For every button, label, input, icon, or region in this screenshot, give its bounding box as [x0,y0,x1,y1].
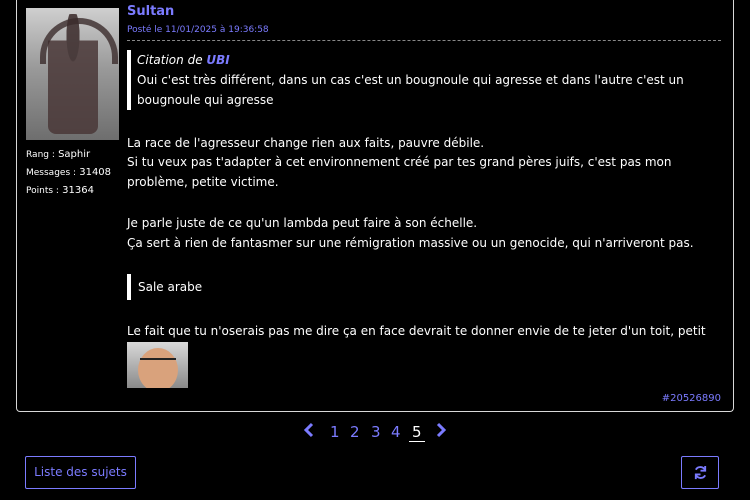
refresh-icon [694,465,707,480]
post-paragraph: Je parle juste de ce qu'un lambda peut f… [127,216,478,230]
page-link[interactable]: 4 [391,423,401,441]
quote-text: Oui c'est très différent, dans un cas c'… [137,73,684,107]
rank-label: Rang : [26,150,55,160]
author-avatar[interactable] [26,8,119,140]
quote-citation: Citation de UBI [137,50,721,70]
pagination: 1 2 3 4 5 [0,422,750,445]
page-link[interactable]: 1 [330,423,340,441]
messages-label: Messages : [26,168,77,178]
page-current: 5 [409,423,425,442]
page-link[interactable]: 2 [350,423,360,441]
quote-block-short: Sale arabe [127,274,202,300]
author-stats: Rang : Saphir Messages : 31408 Points : … [26,146,111,200]
post-paragraph: Ça sert à rien de fantasmer sur une rémi… [127,236,694,250]
rank-value: Saphir [58,149,91,160]
image-face [138,348,178,388]
quote-cite-author[interactable]: UBI [206,53,229,67]
points-value: 31364 [62,185,94,196]
post-paragraph: Si tu veux pas t'adapter à cet environne… [127,155,672,189]
image-glasses [140,358,176,366]
refresh-button[interactable] [681,456,719,489]
chevron-right-icon[interactable] [435,422,447,443]
page-link[interactable]: 3 [371,423,381,441]
topic-list-button[interactable]: Liste des sujets [25,456,136,489]
post-paragraph: Le fait que tu n'oserais pas me dire ça … [127,324,706,358]
quote-block: Citation de UBI Oui c'est très différent… [127,50,721,110]
points-label: Points : [26,186,59,196]
message-id-link[interactable]: #20526890 [662,393,721,404]
chevron-left-icon[interactable] [303,422,315,443]
author-name[interactable]: Sultan [127,4,174,19]
quote-cite-prefix: Citation de [137,53,203,67]
post-paragraph: La race de l'agresseur change rien aux f… [127,136,485,150]
forum-post: Rang : Saphir Messages : 31408 Points : … [16,0,734,412]
header-divider [127,40,721,41]
embedded-image[interactable] [127,342,188,388]
post-date: Posté le 11/01/2025 à 19:36:58 [127,25,269,35]
messages-value: 31408 [79,167,112,178]
